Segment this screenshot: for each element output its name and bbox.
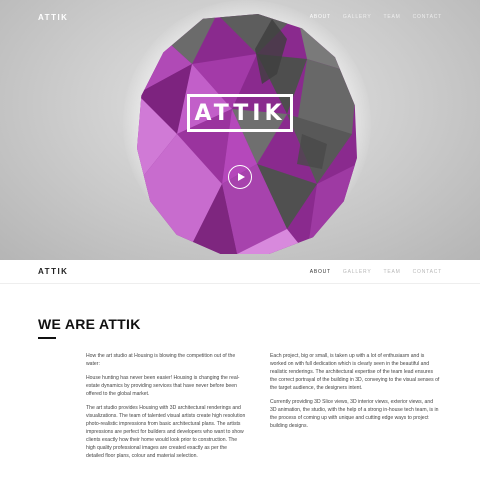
hero-nav-contact[interactable]: CONTACT bbox=[413, 14, 442, 20]
about-paragraph: Currently providing 3D Slice views, 3D i… bbox=[270, 399, 439, 429]
main-navbar: ATTIK ABOUT GALLERY TEAM CONTACT bbox=[0, 260, 480, 284]
hero-banner: ATTIK ABOUT GALLERY TEAM CONTACT ATTIK bbox=[0, 0, 480, 260]
nav-team[interactable]: TEAM bbox=[384, 269, 401, 275]
navbar-logo[interactable]: ATTIK bbox=[38, 267, 68, 276]
brand-logo-box: ATTIK bbox=[187, 94, 293, 132]
title-underline bbox=[38, 337, 56, 339]
about-paragraph: Each project, big or small, is taken up … bbox=[270, 353, 440, 391]
about-column-right: Each project, big or small, is taken up … bbox=[270, 352, 440, 436]
nav-about[interactable]: ABOUT bbox=[310, 269, 331, 275]
hero-logo[interactable]: ATTIK bbox=[38, 13, 68, 22]
hero-nav-about[interactable]: ABOUT bbox=[310, 14, 331, 20]
hero-nav-team[interactable]: TEAM bbox=[384, 14, 401, 20]
nav-contact[interactable]: CONTACT bbox=[413, 269, 442, 275]
navbar-links: ABOUT GALLERY TEAM CONTACT bbox=[298, 269, 442, 275]
play-icon bbox=[237, 173, 245, 181]
nav-gallery[interactable]: GALLERY bbox=[343, 269, 372, 275]
hero-nav-gallery[interactable]: GALLERY bbox=[343, 14, 372, 20]
play-video-button[interactable] bbox=[228, 165, 252, 189]
section-title: WE ARE ATTIK bbox=[38, 316, 141, 332]
globe-graphic bbox=[123, 0, 371, 260]
about-paragraph: How the art studio at Housing is blowing… bbox=[86, 353, 236, 367]
globe-sphere bbox=[137, 14, 357, 254]
hero-nav: ABOUT GALLERY TEAM CONTACT bbox=[298, 14, 442, 20]
about-paragraph: The art studio provides Housing with 3D … bbox=[86, 405, 246, 459]
about-paragraph: House hunting has never been easier! Hou… bbox=[86, 375, 240, 397]
brand-logo-text: ATTIK bbox=[194, 100, 286, 126]
about-column-left: How the art studio at Housing is blowing… bbox=[86, 352, 246, 466]
